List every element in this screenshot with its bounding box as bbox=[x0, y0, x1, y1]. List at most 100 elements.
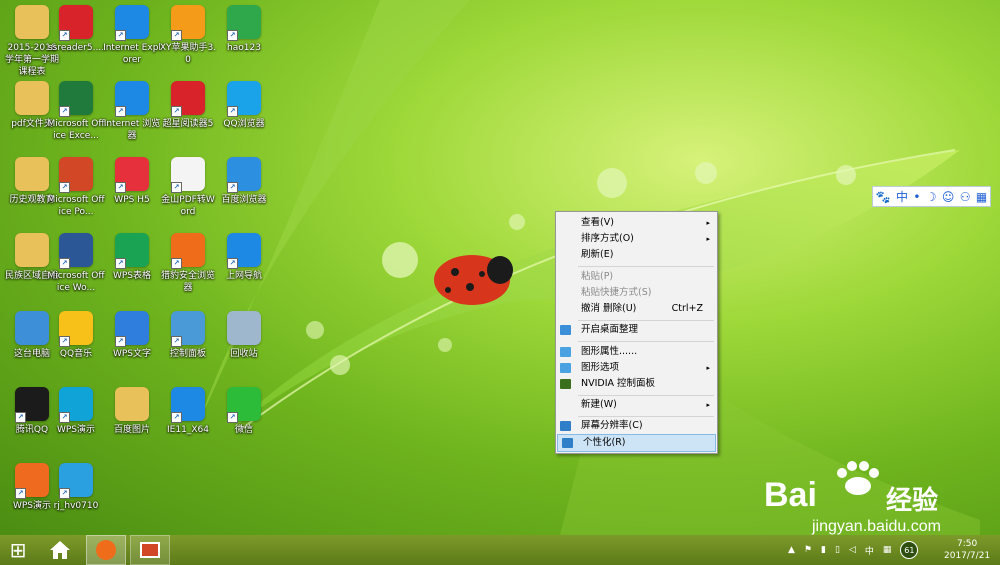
punctuation-icon[interactable]: • bbox=[913, 190, 920, 204]
desktop-icon[interactable]: ↗ 上网导航 bbox=[215, 233, 273, 282]
desktop-icon[interactable]: ↗ WPS表格 bbox=[103, 233, 161, 282]
menu-item-screen-resolution[interactable]: 屏幕分辨率(C) bbox=[556, 418, 717, 434]
clock-date: 2017/7/21 bbox=[944, 551, 991, 561]
watermark-url: jingyan.baidu.com bbox=[812, 518, 941, 535]
desktop[interactable]: 2015-2016学年第一学期课程表 ↗ ssreader5.... ↗ Interne… bbox=[0, 0, 1000, 535]
network-icon[interactable]: ▯ bbox=[835, 545, 840, 555]
submenu-arrow-icon: ▸ bbox=[706, 219, 710, 227]
input-language-indicator[interactable]: 中 bbox=[865, 544, 874, 557]
powerpoint-icon: ↗ bbox=[59, 157, 93, 193]
desktop-icon-label: WPS表格 bbox=[112, 271, 152, 281]
taskbar-app-presentation[interactable] bbox=[130, 535, 170, 565]
desktop-icon[interactable]: ↗ Internet Explorer bbox=[103, 5, 161, 66]
menu-item-paste-shortcut: 粘贴快捷方式(S) bbox=[581, 287, 652, 298]
graphics-options-icon bbox=[560, 363, 571, 373]
nvidia-icon bbox=[560, 379, 571, 389]
home-icon bbox=[50, 541, 70, 559]
desktop-icon[interactable]: ↗ IE11_X64 bbox=[159, 387, 217, 436]
desktop-icon[interactable]: ↗ Microsoft Office Wo... bbox=[47, 233, 105, 294]
action-center-flag-icon[interactable]: ⚑ bbox=[804, 545, 812, 555]
shortcut-arrow-icon: ↗ bbox=[227, 30, 238, 41]
wps-h5-icon: ↗ bbox=[115, 157, 149, 193]
desktop-icon[interactable]: ↗ XY苹果助手3.0 bbox=[159, 5, 217, 66]
desktop-icon[interactable]: ↗ Internet 浏览器 bbox=[103, 81, 161, 142]
taskbar-app-liebao-browser[interactable] bbox=[86, 535, 126, 565]
menu-item-personalize[interactable]: 个性化(R) bbox=[557, 434, 716, 452]
clock[interactable]: 7:50 2017/7/21 bbox=[944, 535, 990, 565]
notification-badge[interactable]: 61 bbox=[900, 541, 919, 559]
menu-item-refresh[interactable]: 刷新(E) bbox=[556, 247, 717, 263]
menu-item-new[interactable]: 新建(W) ▸ bbox=[556, 397, 717, 413]
start-button[interactable]: ⊞ bbox=[0, 535, 36, 565]
presentation-icon bbox=[140, 542, 160, 558]
home-button[interactable] bbox=[42, 535, 78, 565]
desktop-icon-label: QQ浏览器 bbox=[223, 119, 265, 129]
shortcut-arrow-icon: ↗ bbox=[59, 106, 70, 117]
volume-icon[interactable]: ◁ bbox=[849, 545, 856, 555]
desktop-icon[interactable]: ↗ Microsoft Office Exce... bbox=[47, 81, 105, 142]
shortcut-arrow-icon: ↗ bbox=[171, 182, 182, 193]
smiley-icon[interactable]: ☺ bbox=[942, 190, 955, 204]
menu-item-sort-by[interactable]: 排序方式(O) ▸ bbox=[556, 231, 717, 247]
paw-icon: ↗ bbox=[59, 463, 93, 499]
desktop-icon[interactable]: 百度图片 bbox=[103, 387, 161, 436]
menu-item-undo-delete[interactable]: 撤消 删除(U) Ctrl+Z bbox=[556, 301, 717, 317]
desktop-icon-label: WPS H5 bbox=[114, 195, 150, 205]
menu-item-desktop-organize[interactable]: 开启桌面整理 bbox=[556, 322, 717, 338]
ime-grid-icon[interactable]: ▦ bbox=[883, 545, 892, 555]
desktop-icon[interactable]: ↗ ssreader5.... bbox=[47, 5, 105, 54]
shortcut-arrow-icon: ↗ bbox=[15, 488, 26, 499]
ie-icon: ↗ bbox=[115, 5, 149, 41]
battery-icon[interactable]: ▮ bbox=[821, 545, 826, 555]
desktop-icon[interactable]: ↗ WPS演示 bbox=[47, 387, 105, 436]
desktop-icon-label: 百度图片 bbox=[113, 425, 150, 435]
desktop-icon[interactable]: ↗ 猎豹安全浏览器 bbox=[159, 233, 217, 294]
desktop-icon[interactable]: ↗ rj_hv0710 bbox=[47, 463, 105, 512]
desktop-icon[interactable]: 回收站 bbox=[215, 311, 273, 360]
ime-mode-chinese[interactable]: 中 bbox=[896, 188, 908, 205]
desktop-context-menu: 查看(V) ▸ 排序方式(O) ▸ 刷新(E) 粘贴(P) 粘贴快捷方式(S) … bbox=[555, 211, 718, 454]
shortcut-arrow-icon: ↗ bbox=[59, 336, 70, 347]
wps-presentation-icon: ↗ bbox=[15, 463, 49, 499]
desktop-icon[interactable]: ↗ WPS H5 bbox=[103, 157, 161, 206]
desktop-icon-label: Microsoft Office Wo... bbox=[47, 271, 105, 293]
shortcut-arrow-icon: ↗ bbox=[171, 30, 182, 41]
user-icon[interactable]: ⚇ bbox=[960, 190, 971, 204]
submenu-arrow-icon: ▸ bbox=[706, 235, 710, 243]
baidu-logo-text: Bai bbox=[764, 476, 817, 514]
desktop-icon[interactable]: ↗ 百度浏览器 bbox=[215, 157, 273, 206]
desktop-icon[interactable]: ↗ hao123 bbox=[215, 5, 273, 54]
menu-item-view[interactable]: 查看(V) ▸ bbox=[556, 215, 717, 231]
folder-icon bbox=[15, 5, 49, 39]
ie-icon: ↗ bbox=[171, 387, 205, 423]
shortcut-arrow-icon: ↗ bbox=[115, 30, 126, 41]
desktop-icon[interactable]: ↗ QQ音乐 bbox=[47, 311, 105, 360]
grid-menu-icon[interactable]: ▦ bbox=[976, 190, 987, 204]
desktop-icon[interactable]: ↗ 微信 bbox=[215, 387, 273, 436]
desktop-icon-label: 金山PDF转Word bbox=[161, 195, 215, 217]
desktop-icon[interactable]: ↗ 金山PDF转Word bbox=[159, 157, 217, 218]
desktop-icon[interactable]: ↗ QQ浏览器 bbox=[215, 81, 273, 130]
desktop-icon-label: WPS演示 bbox=[56, 425, 96, 435]
desktop-icon[interactable]: ↗ 控制面板 bbox=[159, 311, 217, 360]
shortcut-arrow-icon: ↗ bbox=[115, 182, 126, 193]
ime-toolbar[interactable]: 🐾 中 • ☽ ☺ ⚇ ▦ bbox=[872, 186, 991, 207]
submenu-arrow-icon: ▸ bbox=[706, 401, 710, 409]
wps-spreadsheet-icon: ↗ bbox=[115, 233, 149, 269]
paw-icon[interactable]: 🐾 bbox=[876, 190, 891, 204]
menu-item-graphics-options[interactable]: 图形选项 ▸ bbox=[556, 360, 717, 376]
liebao-browser-icon: ↗ bbox=[171, 233, 205, 269]
menu-item-nvidia-control-panel[interactable]: NVIDIA 控制面板 bbox=[556, 376, 717, 392]
recycle-bin-icon bbox=[227, 311, 261, 345]
control-panel-icon: ↗ bbox=[171, 311, 205, 347]
shortcut-arrow-icon: ↗ bbox=[59, 412, 70, 423]
desktop-icon[interactable]: ↗ Microsoft Office Po... bbox=[47, 157, 105, 218]
desktop-icon[interactable]: ↗ 超星阅读器5 bbox=[159, 81, 217, 130]
wps-writer-icon: ↗ bbox=[115, 311, 149, 347]
menu-item-graphics-properties[interactable]: 图形属性...... bbox=[556, 344, 717, 360]
shortcut-arrow-icon: ↗ bbox=[227, 258, 238, 269]
qq-music-icon: ↗ bbox=[59, 311, 93, 347]
moon-icon[interactable]: ☽ bbox=[926, 190, 937, 204]
show-hidden-icons-button[interactable]: ▲ bbox=[788, 545, 795, 555]
desktop-icon[interactable]: ↗ WPS文字 bbox=[103, 311, 161, 360]
